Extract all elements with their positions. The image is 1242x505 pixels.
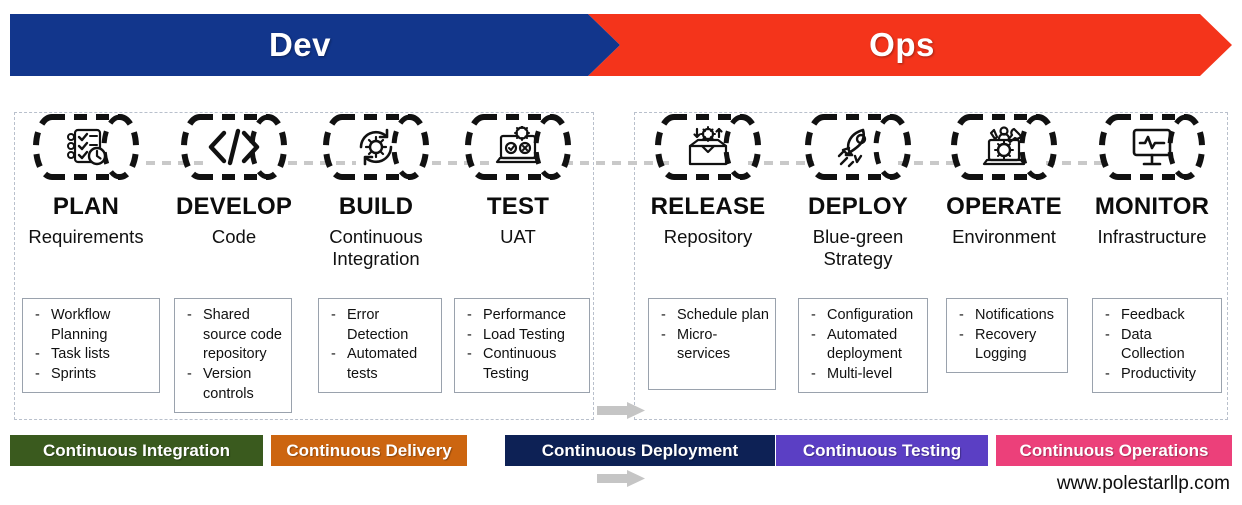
stage-subtitle-monitor: Infrastructure: [1097, 226, 1207, 248]
note-item: Shared source code repository: [183, 306, 285, 365]
note-item: Version controls: [183, 365, 285, 404]
stage-plan[interactable]: PLAN Requirements Workflow PlanningTask li…: [12, 112, 160, 393]
stage-subtitle-test: UAT: [500, 226, 536, 248]
devops-pipeline: PLAN Requirements Workflow PlanningTask li…: [0, 112, 1242, 487]
note-item: Automated tests: [327, 345, 435, 384]
note-item: Continuous Testing: [463, 345, 583, 384]
legend-item-0[interactable]: Continuous Integration: [10, 435, 263, 466]
stage-notes-plan: Workflow PlanningTask listsSprints: [22, 298, 160, 393]
stage-subtitle-develop: Code: [211, 226, 257, 248]
stage-icon-frame-release: [652, 112, 764, 182]
stage-notes-build: Error DetectionAutomated tests: [318, 298, 442, 393]
code-brackets-icon: [178, 112, 290, 182]
clipboard-checklist-clock-icon: [30, 112, 142, 182]
note-item: Productivity: [1101, 365, 1215, 385]
stage-subtitle-operate: Environment: [952, 226, 1056, 248]
note-item: Automated deployment: [807, 326, 921, 365]
note-item: Micro-services: [657, 326, 769, 365]
stage-title-build: BUILD: [338, 193, 414, 220]
stage-title-plan: PLAN: [52, 193, 120, 220]
stage-notes-operate: NotificationsRecovery Logging: [946, 298, 1068, 374]
transition-arrow: [597, 470, 645, 487]
note-item: Configuration: [807, 306, 921, 326]
note-item: Feedback: [1101, 306, 1215, 326]
stage-notes-test: PerformanceLoad TestingContinuous Testin…: [454, 298, 590, 393]
dev-banner-label: Dev: [268, 26, 332, 63]
stage-notes-deploy: ConfigurationAutomated deploymentMulti-l…: [798, 298, 928, 393]
note-item: Schedule plan: [657, 306, 769, 326]
laptop-gear-wrench-icon: [948, 112, 1060, 182]
ops-banner-label: Ops: [869, 26, 935, 63]
note-item: Multi-level: [807, 365, 921, 385]
stage-notes-monitor: FeedbackData CollectionProductivity: [1092, 298, 1222, 393]
note-item: Workflow Planning: [31, 306, 153, 345]
stage-title-develop: DEVELOP: [175, 193, 293, 220]
stage-icon-frame-build: [320, 112, 432, 182]
stage-title-deploy: DEPLOY: [808, 193, 908, 220]
gear-refresh-icon: [320, 112, 432, 182]
stage-build[interactable]: BUILD Continuous Integration Error Detecti…: [302, 112, 450, 393]
stage-notes-release: Schedule planMicro-services: [648, 298, 776, 390]
stage-title-monitor: MONITOR: [1094, 193, 1210, 220]
legend-item-2[interactable]: Continuous Deployment: [505, 435, 775, 466]
stage-subtitle-build: Continuous Integration: [329, 226, 423, 269]
monitor-heartbeat-icon: [1096, 112, 1208, 182]
legend-item-3[interactable]: Continuous Testing: [776, 435, 988, 466]
stage-notes-develop: Shared source code repositoryVersion con…: [174, 298, 292, 413]
stage-list: PLAN Requirements Workflow PlanningTask li…: [0, 112, 1242, 420]
note-item: Task lists: [31, 345, 153, 365]
stage-icon-frame-develop: [178, 112, 290, 182]
ops-banner-segment: Ops: [588, 14, 1232, 76]
stage-operate[interactable]: OPERATE Environment NotificationsRecovery …: [930, 112, 1078, 374]
continuous-practices-legend: Continuous Integration Continuous Deliver…: [10, 435, 1232, 466]
stage-test[interactable]: TEST UAT PerformanceLoad TestingContinuous…: [444, 112, 592, 393]
dev-ops-banner: Dev Ops: [10, 14, 1232, 76]
stage-icon-frame-monitor: [1096, 112, 1208, 182]
stage-icon-frame-plan: [30, 112, 142, 182]
stage-icon-frame-operate: [948, 112, 1060, 182]
stage-icon-frame-test: [462, 112, 574, 182]
dev-banner-segment: Dev: [10, 14, 620, 76]
note-item: Data Collection: [1101, 326, 1215, 365]
note-item: Load Testing: [463, 326, 583, 346]
stage-title-test: TEST: [486, 193, 550, 220]
stage-subtitle-plan: Requirements: [28, 226, 144, 248]
package-box-gear-icon: [652, 112, 764, 182]
site-url: www.polestarllp.com: [1056, 473, 1230, 494]
note-item: Error Detection: [327, 306, 435, 345]
stage-develop[interactable]: DEVELOP Code Shared source code repository…: [160, 112, 308, 413]
note-item: Recovery Logging: [955, 326, 1061, 365]
note-item: Performance: [463, 306, 583, 326]
stage-title-operate: OPERATE: [946, 193, 1062, 220]
legend-item-4[interactable]: Continuous Operations: [996, 435, 1232, 466]
rocket-icon: [802, 112, 914, 182]
stage-release[interactable]: RELEASE Repository Schedule planMicro-serv…: [634, 112, 782, 390]
stage-deploy[interactable]: DEPLOY Blue-green Strategy ConfigurationAu…: [784, 112, 932, 393]
laptop-gear-check-cross-icon: [462, 112, 574, 182]
stage-title-release: RELEASE: [650, 193, 766, 220]
stage-monitor[interactable]: MONITOR Infrastructure FeedbackData Collec…: [1078, 112, 1226, 393]
stage-subtitle-deploy: Blue-green Strategy: [812, 226, 904, 269]
stage-icon-frame-deploy: [802, 112, 914, 182]
stage-subtitle-release: Repository: [663, 226, 753, 248]
legend-item-1[interactable]: Continuous Delivery: [271, 435, 467, 466]
note-item: Notifications: [955, 306, 1061, 326]
note-item: Sprints: [31, 365, 153, 385]
